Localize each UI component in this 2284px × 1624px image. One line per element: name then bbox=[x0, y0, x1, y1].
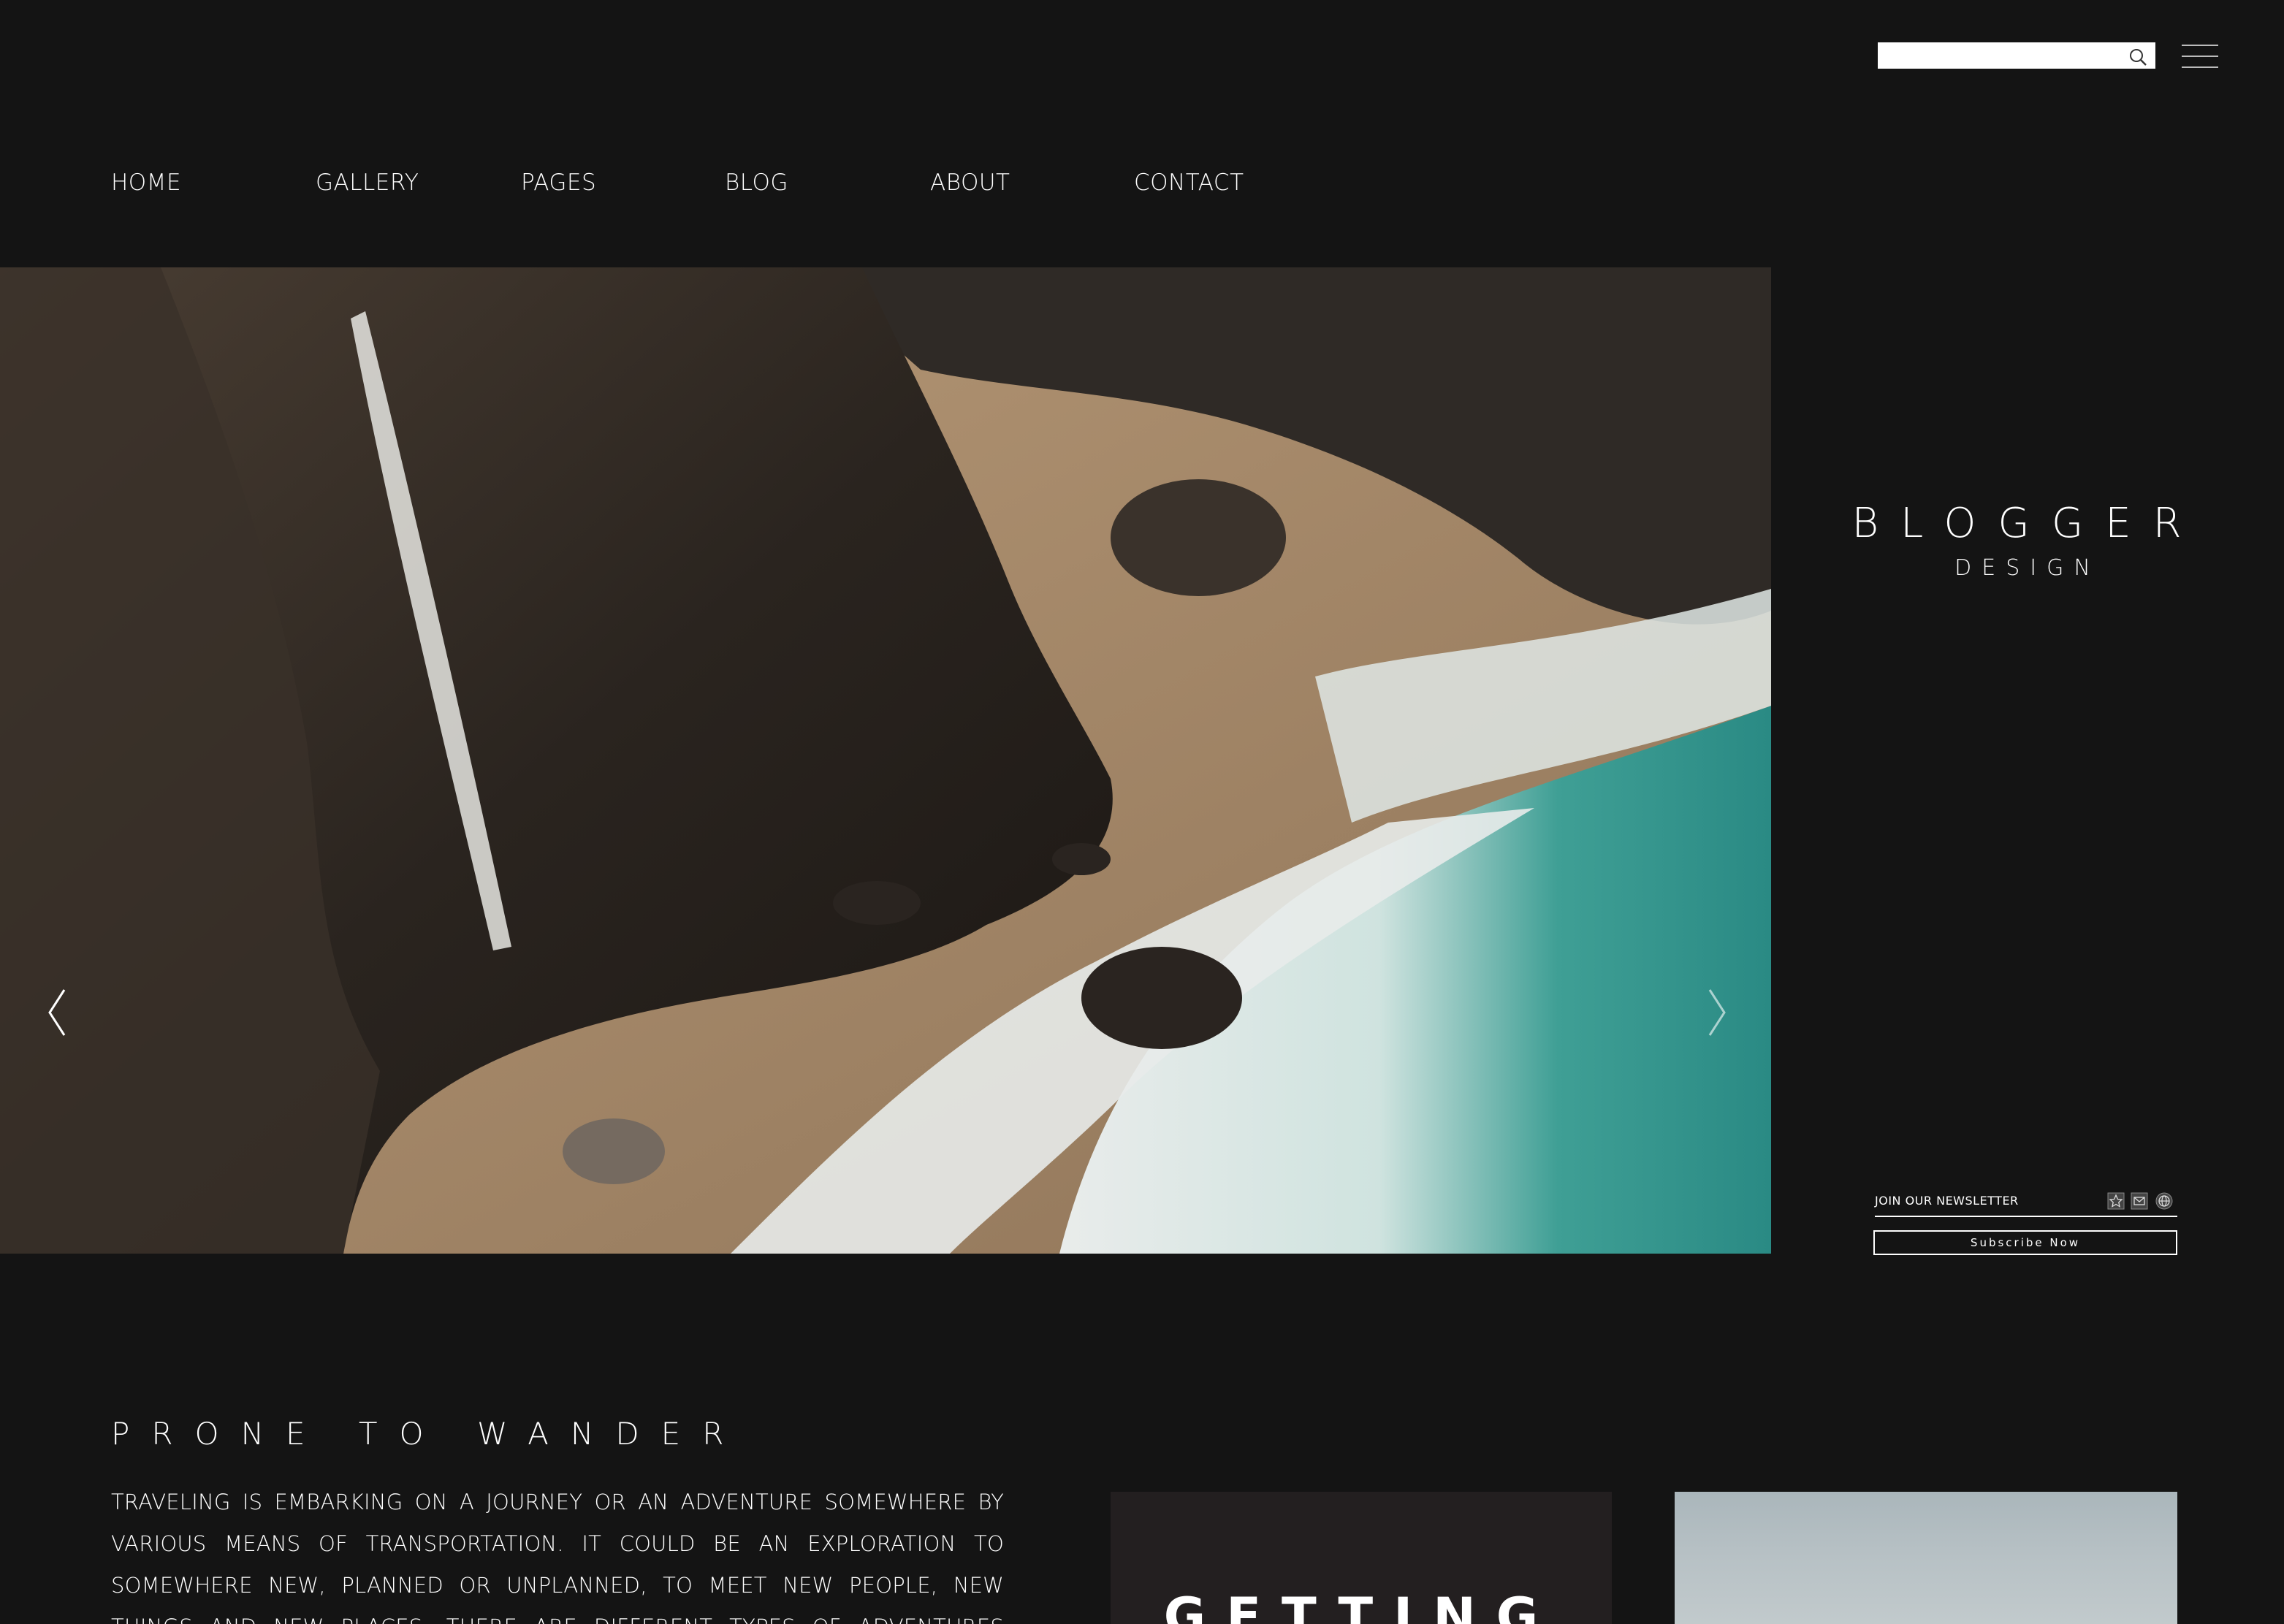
featured-photo[interactable] bbox=[1675, 1492, 2177, 1624]
search-box[interactable] bbox=[1878, 42, 2155, 69]
nav-contact[interactable]: CONTACT bbox=[1134, 169, 1244, 196]
newsletter-label: JOIN OUR NEWSLETTER bbox=[1875, 1194, 2019, 1208]
chevron-left-icon[interactable] bbox=[44, 987, 73, 1038]
page: HOME GALLERY PAGES BLOG ABOUT CONTACT BL… bbox=[0, 0, 2284, 1624]
chevron-right-icon[interactable] bbox=[1701, 987, 1730, 1038]
featured-card-title: GETTING bbox=[1163, 1587, 1559, 1624]
mail-icon[interactable] bbox=[2131, 1192, 2148, 1210]
search-icon[interactable] bbox=[2128, 47, 2148, 67]
brand-subtitle: DESIGN bbox=[1954, 555, 2101, 581]
search-input[interactable] bbox=[1879, 44, 2120, 67]
instagram-icon[interactable] bbox=[2107, 1192, 2125, 1210]
nav-home[interactable]: HOME bbox=[111, 169, 181, 196]
hero-slider bbox=[0, 267, 1771, 1254]
newsletter-divider bbox=[1875, 1216, 2177, 1217]
hero-image bbox=[0, 267, 1771, 1254]
globe-icon[interactable] bbox=[2155, 1192, 2173, 1210]
brand-title: BLOGGER bbox=[1851, 500, 2204, 547]
nav-blog[interactable]: BLOG bbox=[725, 169, 788, 196]
subscribe-button[interactable]: Subscribe Now bbox=[1873, 1230, 2177, 1255]
nav-about[interactable]: ABOUT bbox=[930, 169, 1010, 196]
section-title: PRONE TO WANDER bbox=[111, 1416, 746, 1452]
section-body: TRAVELING IS EMBARKING ON A JOURNEY OR A… bbox=[111, 1490, 1004, 1624]
featured-card[interactable]: GETTING bbox=[1111, 1492, 1612, 1624]
nav-gallery[interactable]: GALLERY bbox=[316, 169, 419, 196]
hamburger-icon[interactable] bbox=[2182, 44, 2218, 69]
nav-pages[interactable]: PAGES bbox=[521, 169, 596, 196]
